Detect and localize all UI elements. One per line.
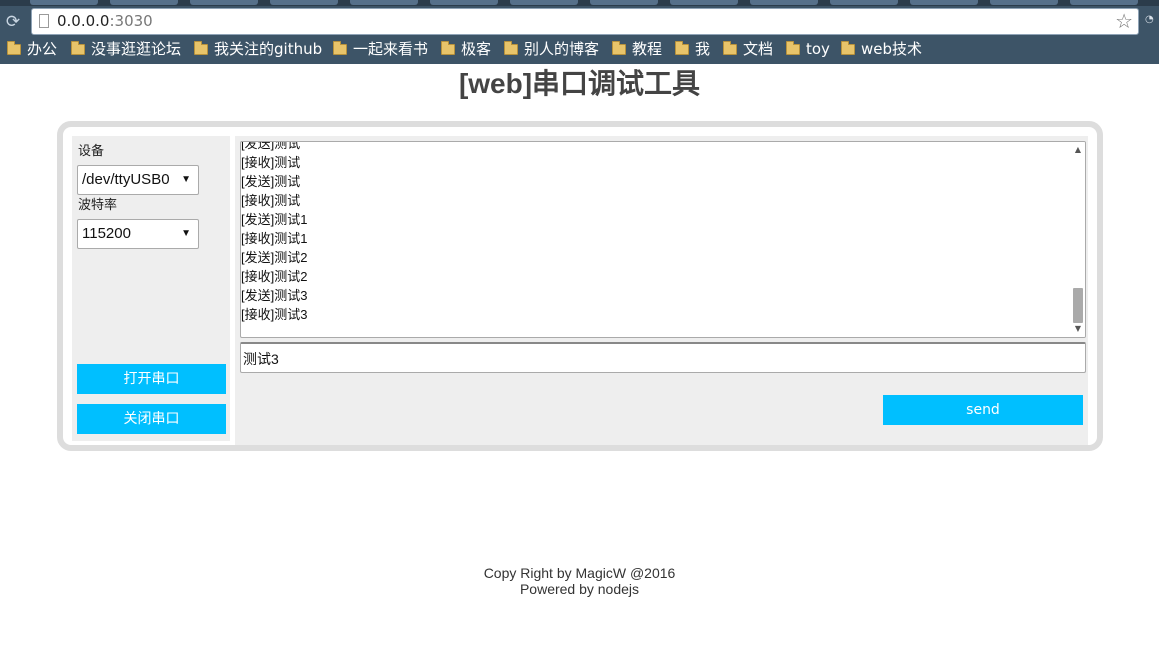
browser-toolbar: ⟳ 0.0.0.0:3030 ☆ ◔ 办公 没事逛逛论坛 我关注的github … <box>0 0 1159 64</box>
log-line: [发送]测试 <box>241 141 301 151</box>
browser-tab[interactable] <box>1070 0 1138 5</box>
footer-powered-by: Powered by nodejs <box>519 581 640 597</box>
log-lines: [发送]测试 [接收]测试 [发送]测试 [接收]测试 [发送]测试1 [接收]… <box>241 141 308 324</box>
browser-tab[interactable] <box>30 0 98 5</box>
folder-icon <box>612 41 626 55</box>
bookmark-star-icon[interactable]: ☆ <box>1115 10 1133 32</box>
close-port-button[interactable]: 关闭串口 <box>77 404 226 434</box>
device-label: 设备 <box>78 144 105 159</box>
browser-tab[interactable] <box>670 0 738 5</box>
baud-select-value: 115200 <box>82 225 131 242</box>
bookmark-label: 我 <box>695 40 711 58</box>
browser-tab[interactable] <box>510 0 578 5</box>
bookmark-item[interactable]: toy <box>786 38 830 62</box>
folder-icon <box>7 41 21 55</box>
folder-icon <box>194 41 208 55</box>
dropdown-arrow-icon: ▼ <box>181 174 191 185</box>
footer-copyright: Copy Right by MagicW @2016 <box>483 565 676 581</box>
folder-icon <box>675 41 689 55</box>
log-line: [发送]测试1 <box>241 212 308 227</box>
bookmark-label: 没事逛逛论坛 <box>91 40 182 58</box>
folder-icon <box>333 41 347 55</box>
browser-tab[interactable] <box>270 0 338 5</box>
browser-tab[interactable] <box>750 0 818 5</box>
extension-icon[interactable]: ◔ <box>1145 14 1159 34</box>
baud-label: 波特率 <box>78 198 118 213</box>
log-line: [发送]测试2 <box>241 250 308 265</box>
bookmarks-bar: 办公 没事逛逛论坛 我关注的github 一起来看书 极客 别人的博客 教程 我… <box>0 38 1159 62</box>
url-port: :3030 <box>109 12 153 30</box>
page-icon <box>39 14 49 28</box>
scroll-down-arrow-icon[interactable]: ▼ <box>1071 322 1085 336</box>
page-title: [web]串口调试工具 <box>458 68 701 99</box>
bookmark-item[interactable]: 我关注的github <box>194 38 322 62</box>
bookmark-item[interactable]: 教程 <box>612 38 662 62</box>
browser-tab[interactable] <box>350 0 418 5</box>
log-line: [接收]测试 <box>241 155 301 170</box>
device-select-value: /dev/ttyUSB0 <box>82 171 170 188</box>
bookmark-label: web技术 <box>861 40 923 58</box>
bookmark-label: 我关注的github <box>214 40 323 58</box>
folder-icon <box>504 41 518 55</box>
log-line: [接收]测试3 <box>241 307 308 322</box>
browser-tab[interactable] <box>830 0 898 5</box>
message-input[interactable]: 测试3 <box>240 342 1086 373</box>
browser-tab[interactable] <box>990 0 1058 5</box>
url-host: 0.0.0.0 <box>57 12 110 30</box>
log-line: [接收]测试 <box>241 193 301 208</box>
folder-icon <box>841 41 855 55</box>
bookmark-item[interactable]: 文档 <box>723 38 773 62</box>
folder-icon <box>723 41 737 55</box>
bookmark-label: 极客 <box>461 40 492 58</box>
folder-icon <box>441 41 455 55</box>
log-textarea[interactable]: [发送]测试 [接收]测试 [发送]测试 [接收]测试 [发送]测试1 [接收]… <box>240 141 1086 338</box>
bookmark-label: 文档 <box>743 40 774 58</box>
tab-strip <box>0 0 1159 6</box>
browser-tab[interactable] <box>110 0 178 5</box>
bookmark-label: toy <box>806 40 830 58</box>
log-scrollbar[interactable]: ▲ ▼ <box>1071 142 1085 337</box>
bookmark-item[interactable]: 我 <box>675 38 710 62</box>
log-line: [发送]测试3 <box>241 288 308 303</box>
bookmark-item[interactable]: 一起来看书 <box>333 38 428 62</box>
dropdown-arrow-icon: ▼ <box>181 228 191 239</box>
url-text: 0.0.0.0:3030 <box>57 12 153 31</box>
scroll-thumb[interactable] <box>1073 288 1083 323</box>
send-button[interactable]: send <box>883 395 1083 425</box>
address-bar[interactable]: 0.0.0.0:3030 ☆ <box>31 8 1139 35</box>
bookmark-item[interactable]: 没事逛逛论坛 <box>71 38 181 62</box>
bookmark-item[interactable]: 办公 <box>7 38 57 62</box>
bookmark-label: 办公 <box>27 40 58 58</box>
folder-icon <box>786 41 800 55</box>
baud-select[interactable]: 115200 ▼ <box>77 219 199 249</box>
browser-tab[interactable] <box>430 0 498 5</box>
bookmark-label: 别人的博客 <box>524 40 600 58</box>
bookmark-label: 一起来看书 <box>353 40 429 58</box>
log-line: [接收]测试2 <box>241 269 308 284</box>
bookmark-item[interactable]: 别人的博客 <box>504 38 599 62</box>
scroll-up-arrow-icon[interactable]: ▲ <box>1071 143 1085 157</box>
log-line: [接收]测试1 <box>241 231 308 246</box>
bookmark-item[interactable]: 极客 <box>441 38 491 62</box>
browser-tab[interactable] <box>910 0 978 5</box>
open-port-button[interactable]: 打开串口 <box>77 364 226 394</box>
folder-icon <box>71 41 85 55</box>
device-select[interactable]: /dev/ttyUSB0 ▼ <box>77 165 199 195</box>
browser-tab[interactable] <box>590 0 658 5</box>
bookmark-item[interactable]: web技术 <box>841 38 922 62</box>
bookmark-label: 教程 <box>632 40 663 58</box>
browser-tab[interactable] <box>190 0 258 5</box>
log-line: [发送]测试 <box>241 174 301 189</box>
reload-icon[interactable]: ⟳ <box>4 12 22 32</box>
